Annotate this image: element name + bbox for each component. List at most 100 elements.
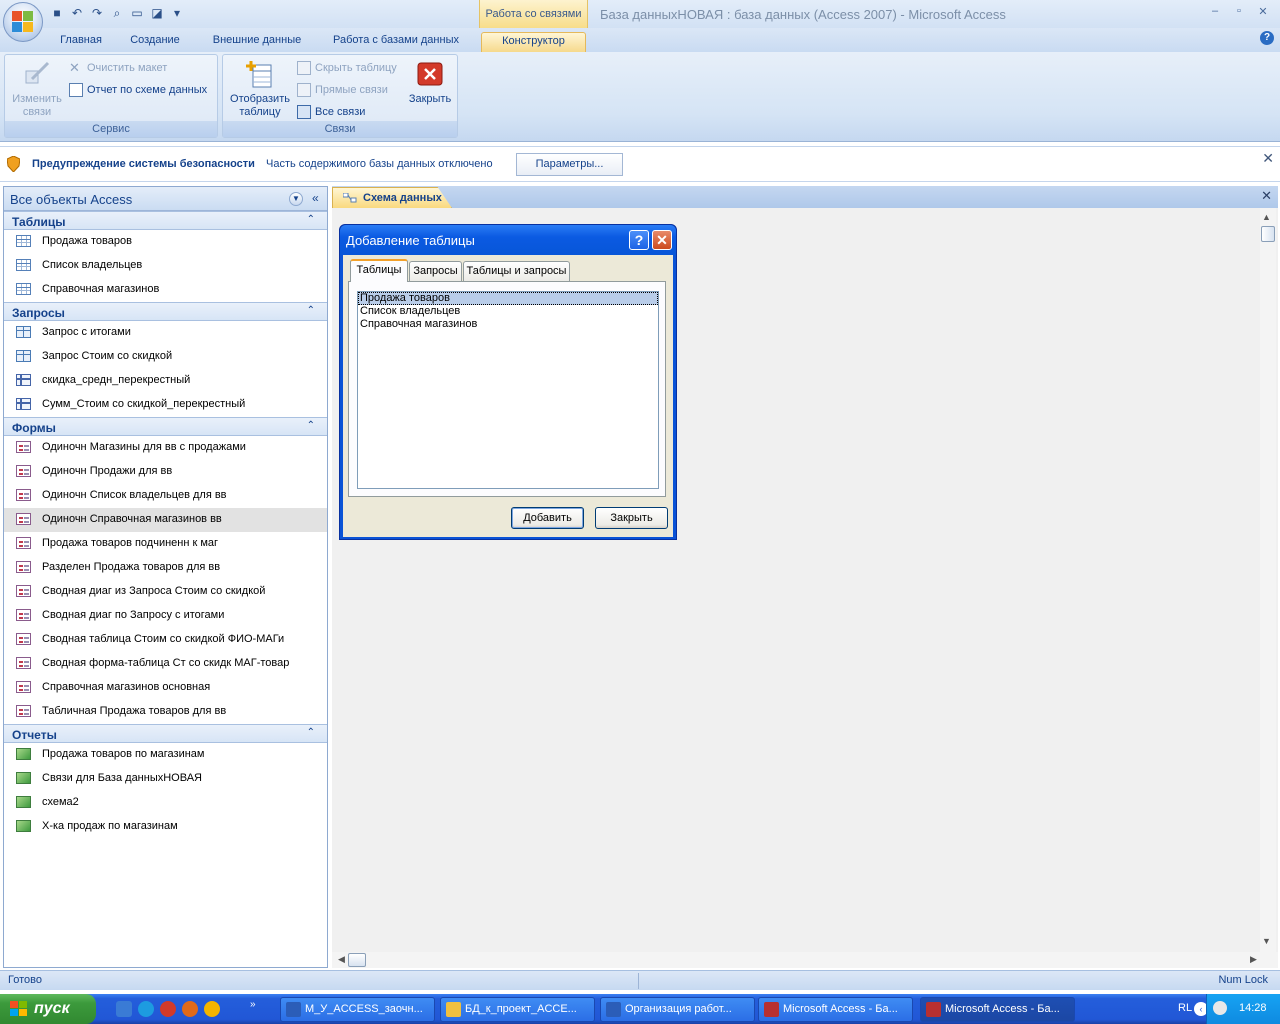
print-preview-icon[interactable]: ◪ [148,4,166,22]
tab-database-tools[interactable]: Работа с базами данных [322,32,470,52]
minimize-button[interactable]: – [1208,5,1222,19]
nav-item[interactable]: Связи для База данныхНОВАЯ [4,767,327,791]
list-item[interactable]: Продажа товаров [358,292,658,305]
tab-home[interactable]: Главная [48,32,114,52]
nav-item[interactable]: Сводная диаг по Запросу с итогами [4,604,327,628]
nav-item[interactable]: Сводная таблица Стоим со скидкой ФИО-МАГ… [4,628,327,652]
nav-item[interactable]: Справочная магазинов [4,278,327,302]
help-icon[interactable]: ? [629,230,649,250]
nav-item[interactable]: Продажа товаров по магазинам [4,743,327,767]
scroll-thumb[interactable] [348,953,366,967]
nav-item[interactable]: Запрос с итогами [4,321,327,345]
collapse-group-icon[interactable]: ⌃ [307,305,315,316]
close-dialog-button[interactable]: Закрыть [595,507,668,529]
close-icon[interactable]: ✕ [1261,188,1272,204]
collapse-group-icon[interactable]: ⌃ [307,727,315,738]
nav-item[interactable]: Сумм_Стоим со скидкой_перекрестный [4,393,327,417]
clear-layout-button[interactable]: ✕ Очистить макет [69,59,167,77]
scroll-up-icon[interactable]: ▲ [1262,212,1271,222]
firefox-icon[interactable] [182,1001,198,1017]
nav-item[interactable]: Табличная Продажа товаров для вв [4,700,327,724]
scroll-down-icon[interactable]: ▼ [1262,936,1271,946]
nav-item[interactable]: Продажа товаров подчиненн к маг [4,532,327,556]
nav-item[interactable]: Сводная диаг из Запроса Стоим со скидкой [4,580,327,604]
quick-launch [116,1001,220,1017]
nav-item[interactable]: Одиночн Список владельцев для вв [4,484,327,508]
start-button[interactable]: пуск [0,994,96,1024]
network-icon[interactable] [1213,1001,1227,1015]
collapse-group-icon[interactable]: ⌃ [307,214,315,225]
nav-item[interactable]: Одиночн Магазины для вв с продажами [4,436,327,460]
hide-table-button[interactable]: Скрыть таблицу [297,59,397,77]
relationship-report-button[interactable]: Отчет по схеме данных [69,81,207,99]
scroll-thumb[interactable] [1261,226,1275,242]
taskbar-button[interactable]: Организация работ... [600,997,755,1022]
media-player-icon[interactable] [204,1001,220,1017]
nav-item[interactable]: Разделен Продажа товаров для вв [4,556,327,580]
tab-external-data[interactable]: Внешние данные [200,32,314,52]
chevron-down-icon[interactable]: ▼ [289,192,303,206]
nav-item[interactable]: Продажа товаров [4,230,327,254]
nav-group-header[interactable]: Формы ⌃ [4,417,327,436]
security-options-button[interactable]: Параметры... [516,153,623,176]
tab-create[interactable]: Создание [120,32,190,52]
nav-item[interactable]: скидка_средн_перекрестный [4,369,327,393]
table-listbox[interactable]: Продажа товаров Список владельцев Справо… [357,291,659,489]
tab-tables-and-queries[interactable]: Таблицы и запросы [463,261,570,281]
nav-item[interactable]: схема2 [4,791,327,815]
taskbar-button[interactable]: М_У_ACCESS_заочн... [280,997,435,1022]
customize-qat-icon[interactable]: ▾ [168,4,186,22]
tab-relationships[interactable]: Схема данных [332,187,452,208]
new-document-icon[interactable]: ▭ [128,4,146,22]
dialog-title-bar[interactable]: Добавление таблицы ? ✕ [340,225,676,255]
add-button[interactable]: Добавить [511,507,584,529]
close-button[interactable]: ✕ [1256,5,1270,19]
nav-item[interactable]: Справочная магазинов основная [4,676,327,700]
edit-relations-button[interactable]: Изменить связи [7,59,67,119]
find-icon[interactable]: ⌕ [108,4,126,22]
save-icon[interactable]: ■ [48,4,66,22]
close-icon[interactable]: ✕ [1262,150,1274,167]
taskbar-button[interactable]: Microsoft Access - Ба... [758,997,913,1022]
direct-relationships-button[interactable]: Прямые связи [297,81,388,99]
show-table-button[interactable]: Отобразить таблицу [225,59,295,119]
nav-item[interactable]: Сводная форма-таблица Ст со скидк МАГ-то… [4,652,327,676]
show-desktop-icon[interactable] [116,1001,132,1017]
nav-item[interactable]: Список владельцев [4,254,327,278]
nav-group-header[interactable]: Отчеты ⌃ [4,724,327,743]
list-item[interactable]: Список владельцев [358,305,658,318]
collapse-pane-icon[interactable]: « [312,191,319,205]
quick-launch-overflow-icon[interactable]: » [250,999,256,1010]
nav-pane-header[interactable]: Все объекты Access ▼ « [4,187,327,211]
taskbar-button[interactable]: БД_к_проект_ACCE... [440,997,595,1022]
redo-icon[interactable]: ↷ [88,4,106,22]
nav-item[interactable]: Одиночн Продажи для вв [4,460,327,484]
tab-design[interactable]: Конструктор [481,32,586,52]
vertical-scrollbar[interactable]: ▲ ▼ [1260,208,1276,952]
undo-icon[interactable]: ↶ [68,4,86,22]
internet-explorer-icon[interactable] [138,1001,154,1017]
close-icon[interactable]: ✕ [652,230,672,250]
nav-group-header[interactable]: Таблицы ⌃ [4,211,327,230]
list-item[interactable]: Справочная магазинов [358,318,658,331]
tab-tables[interactable]: Таблицы [350,259,408,282]
language-indicator[interactable]: RL [1178,1002,1192,1014]
tab-queries[interactable]: Запросы [409,261,462,281]
scroll-right-icon[interactable]: ▶ [1250,954,1257,965]
taskbar-button[interactable]: Microsoft Access - Ба... [920,997,1075,1022]
restore-button[interactable]: ▫ [1232,5,1246,19]
nav-item[interactable]: Х-ка продаж по магазинам [4,815,327,839]
clock[interactable]: 14:28 [1239,1002,1267,1014]
scroll-left-icon[interactable]: ◀ [338,954,345,965]
horizontal-scrollbar[interactable]: ◀ ▶ [332,952,1278,968]
office-button[interactable] [3,2,43,42]
nav-group-header[interactable]: Запросы ⌃ [4,302,327,321]
help-icon[interactable]: ? [1260,31,1274,45]
nav-item[interactable]: Одиночн Справочная магазинов вв [4,508,327,532]
nav-item[interactable]: Запрос Стоим со скидкой [4,345,327,369]
opera-icon[interactable] [160,1001,176,1017]
all-relationships-button[interactable]: Все связи [297,103,365,121]
nav-item-label: Сводная диаг по Запросу с итогами [42,609,225,621]
close-relationships-button[interactable]: Закрыть [405,59,455,106]
collapse-group-icon[interactable]: ⌃ [307,420,315,431]
